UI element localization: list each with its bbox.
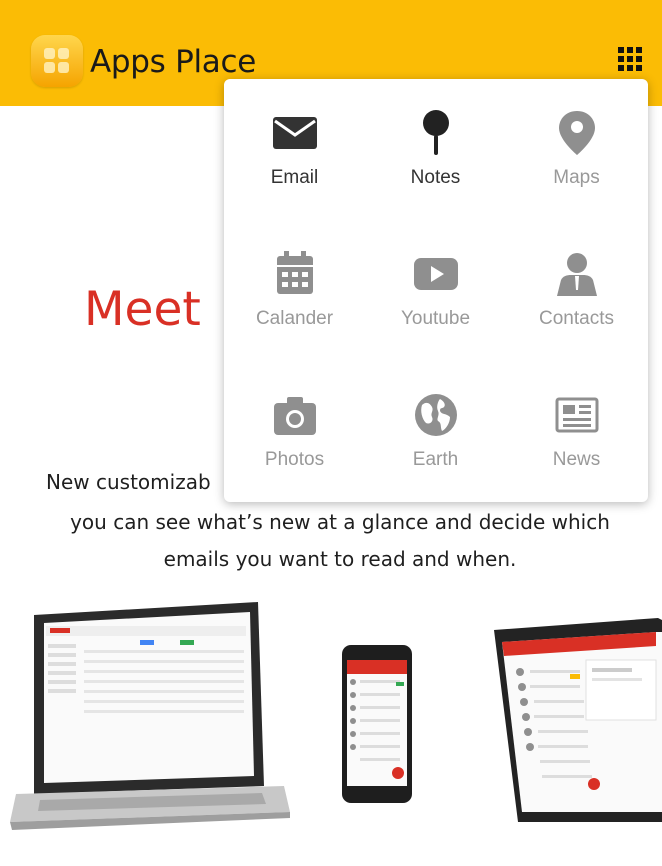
app-contacts[interactable]: Contacts <box>506 220 647 361</box>
devices-illustration <box>0 590 662 861</box>
hero-description-line-3: emails you want to read and when. <box>163 547 517 571</box>
youtube-icon <box>413 258 458 290</box>
app-calendar[interactable]: Calander <box>224 220 365 361</box>
apps-menu-dropdown: Email Notes Maps Calander Youtube Contac… <box>224 79 648 502</box>
app-contacts-label: Contacts <box>539 308 614 329</box>
newspaper-icon <box>555 397 598 433</box>
app-calendar-label: Calander <box>255 308 334 329</box>
envelope-icon <box>272 117 317 149</box>
app-earth[interactable]: Earth <box>365 361 506 502</box>
app-maps[interactable]: Maps <box>506 79 647 220</box>
globe-icon <box>414 394 457 436</box>
app-news-label: News <box>552 449 601 470</box>
phone-icon <box>342 645 412 803</box>
app-email-label: Email <box>270 167 319 188</box>
app-news[interactable]: News <box>506 361 647 502</box>
contact-person-icon <box>556 253 597 296</box>
app-youtube-label: Youtube <box>400 308 471 329</box>
grid-menu-icon[interactable] <box>612 41 648 77</box>
app-notes-label: Notes <box>410 167 461 188</box>
app-youtube[interactable]: Youtube <box>365 220 506 361</box>
app-email[interactable]: Email <box>224 79 365 220</box>
laptop-icon <box>10 602 290 830</box>
pushpin-icon <box>422 110 449 155</box>
calendar-icon <box>276 251 313 294</box>
camera-icon <box>273 397 316 435</box>
hero-description-line-2: you can see what’s new at a glance and d… <box>70 510 610 534</box>
app-earth-label: Earth <box>412 449 459 470</box>
app-maps-label: Maps <box>553 167 600 188</box>
map-marker-icon <box>558 111 595 155</box>
app-photos[interactable]: Photos <box>224 361 365 502</box>
tablet-icon <box>494 618 662 822</box>
app-photos-label: Photos <box>264 449 325 470</box>
hero-heading: Meet <box>84 282 201 337</box>
app-title: Apps Place <box>90 44 256 80</box>
folder-apps-icon[interactable] <box>31 35 83 87</box>
app-notes[interactable]: Notes <box>365 79 506 220</box>
